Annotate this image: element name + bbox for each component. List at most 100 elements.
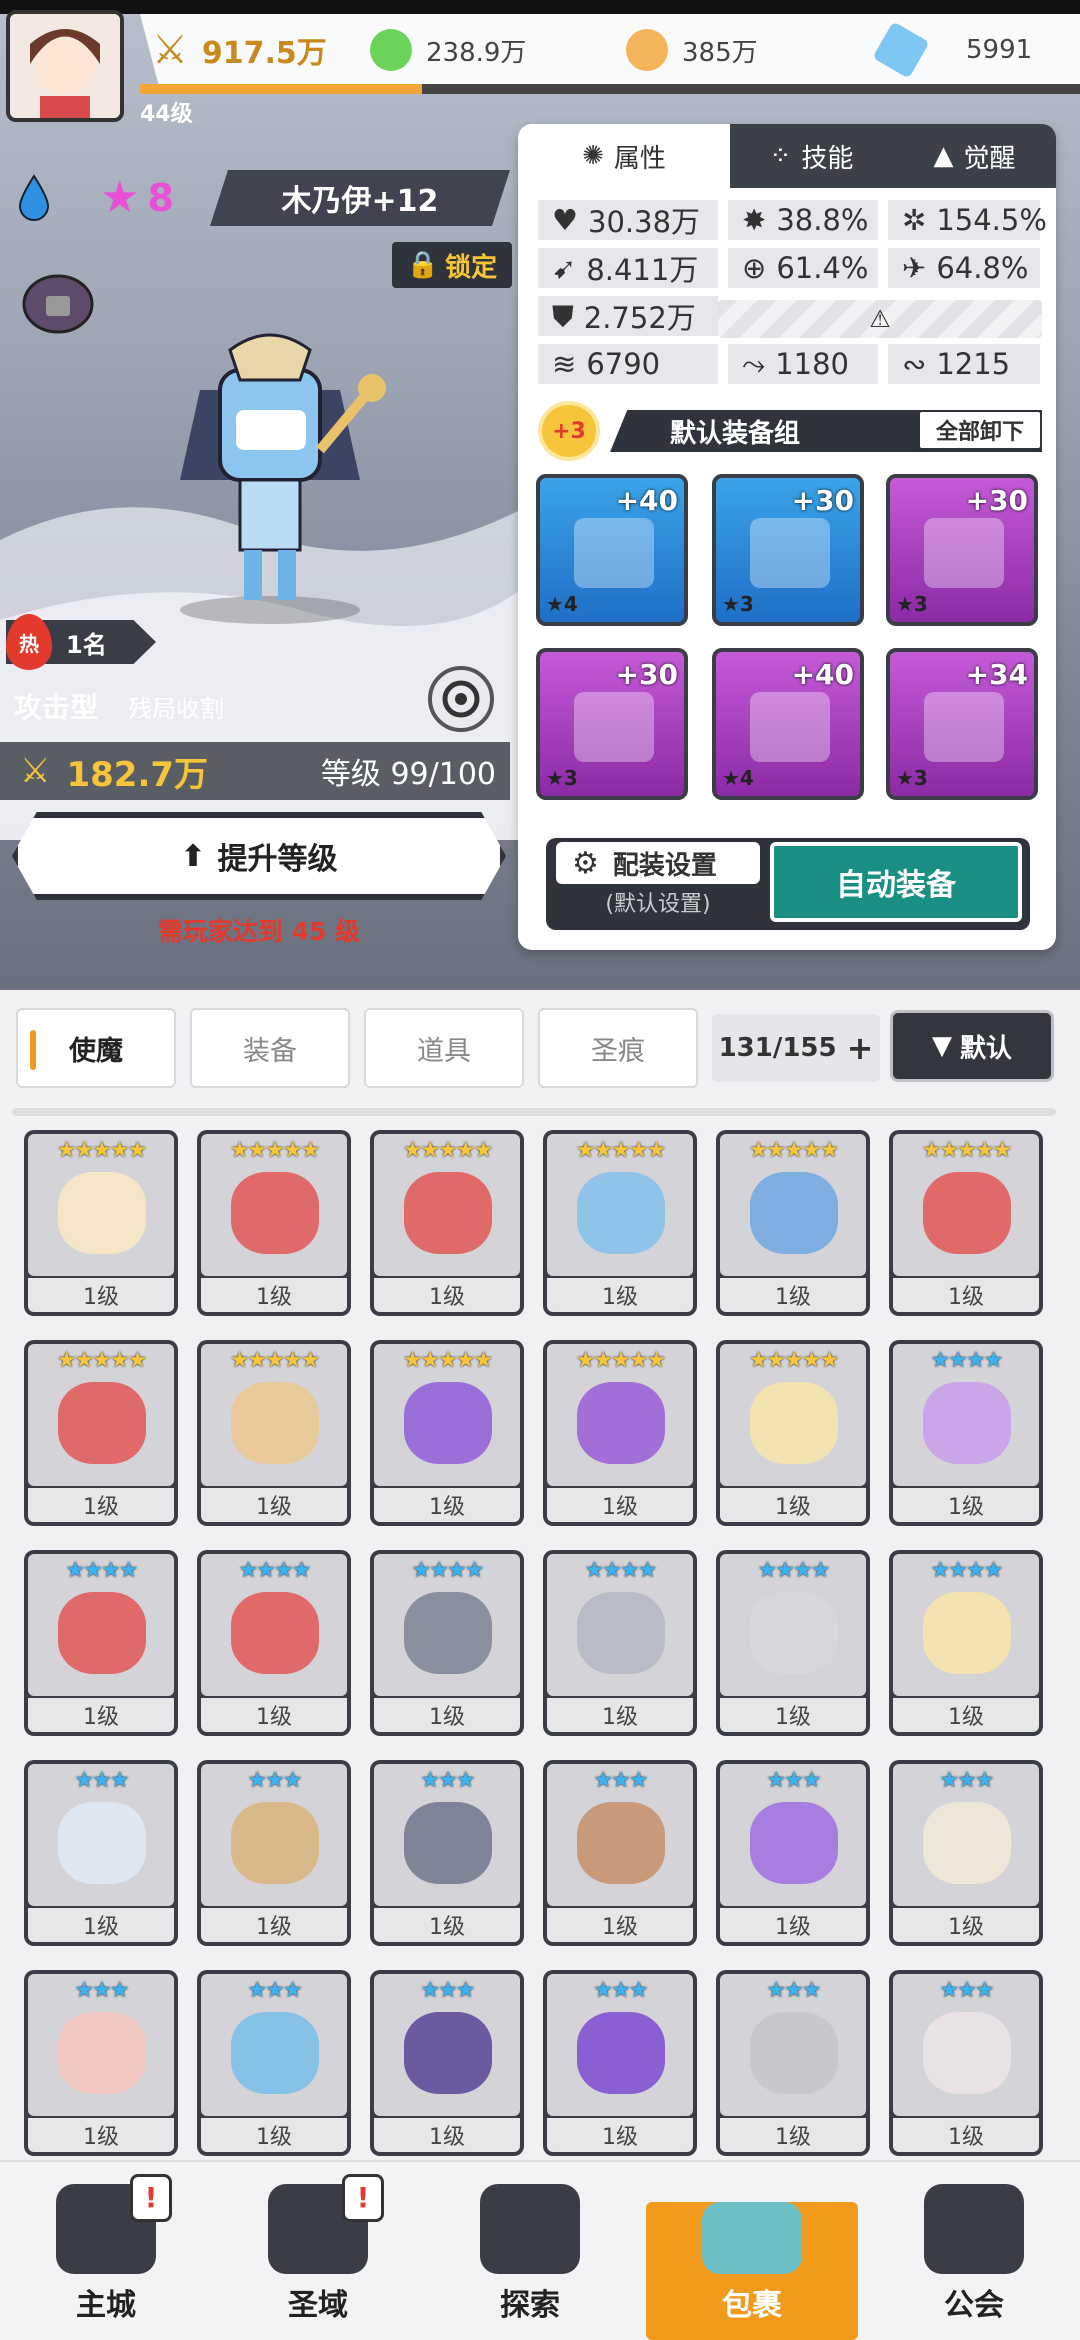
familiar-portrait: ★★★★★ bbox=[201, 1134, 347, 1276]
familiar-card[interactable]: ★★★ 1级 bbox=[889, 1760, 1043, 1946]
tab-equipment[interactable]: 装备 bbox=[190, 1008, 350, 1088]
tab-label: 属性 bbox=[613, 143, 666, 174]
swap-hero-button[interactable] bbox=[428, 666, 494, 732]
tab-skills[interactable]: ⁘ 技能 bbox=[729, 124, 893, 188]
familiar-level: 1级 bbox=[201, 1698, 347, 1732]
familiar-level: 1级 bbox=[28, 1278, 174, 1312]
familiar-card[interactable]: ★★★★★ 1级 bbox=[370, 1340, 524, 1526]
tab-items[interactable]: 道具 bbox=[364, 1008, 524, 1088]
familiar-card[interactable]: ★★★★ 1级 bbox=[24, 1550, 178, 1736]
nav-backpack[interactable]: 包裹 bbox=[646, 2202, 858, 2340]
familiar-portrait: ★★★★★ bbox=[547, 1344, 693, 1486]
familiar-face bbox=[923, 1592, 1011, 1674]
familiar-card[interactable]: ★★★ 1级 bbox=[889, 1970, 1043, 2156]
familiar-card[interactable]: ★★★★ 1级 bbox=[543, 1550, 697, 1736]
sort-dropdown[interactable]: ▼ 默认 bbox=[890, 1010, 1054, 1082]
equip-config-button[interactable]: ⚙ 配装设置 bbox=[556, 842, 760, 884]
hero-type: 攻击型 残局收割 bbox=[14, 686, 224, 726]
nav-guild[interactable]: 公会 bbox=[868, 2162, 1080, 2340]
familiar-level: 1级 bbox=[374, 2118, 520, 2152]
config-subtitle: (默认设置) bbox=[605, 892, 711, 917]
nav-castle[interactable]: 主城! bbox=[0, 2162, 212, 2340]
star-rating: ★★★★ bbox=[65, 1558, 139, 1583]
star-rating: ★★★★★ bbox=[748, 1138, 840, 1163]
familiar-card[interactable]: ★★★ 1级 bbox=[716, 1760, 870, 1946]
familiar-card[interactable]: ★★★★ 1级 bbox=[889, 1550, 1043, 1736]
familiar-card[interactable]: ★★★★★ 1级 bbox=[716, 1130, 870, 1316]
tab-attributes[interactable]: ✺ 属性 bbox=[518, 124, 730, 188]
heart-icon: ♥ bbox=[552, 203, 578, 237]
familiar-level: 1级 bbox=[547, 1698, 693, 1732]
auto-equip-button[interactable]: 自动装备 bbox=[770, 842, 1022, 922]
familiar-card[interactable]: ★★★★★ 1级 bbox=[197, 1340, 351, 1526]
familiar-card[interactable]: ★★★★ 1级 bbox=[197, 1550, 351, 1736]
unequip-all-button[interactable]: 全部卸下 bbox=[918, 410, 1042, 450]
hero-type-main: 攻击型 bbox=[14, 691, 99, 724]
nav-sword-stone[interactable]: 探索 bbox=[424, 2162, 636, 2340]
familiar-card[interactable]: ★★★ 1级 bbox=[716, 1970, 870, 2156]
green-value: 238.9万 bbox=[426, 37, 527, 68]
stat-defense: ⛊ 2.752万 bbox=[538, 296, 718, 336]
familiar-card[interactable]: ★★★ 1级 bbox=[197, 1760, 351, 1946]
hero-name-text: 木乃伊+12 bbox=[281, 184, 439, 219]
familiar-card[interactable]: ★★★ 1级 bbox=[370, 1760, 524, 1946]
familiar-face bbox=[404, 2012, 492, 2094]
familiar-card[interactable]: ★★★★★ 1级 bbox=[24, 1130, 178, 1316]
nav-vortex[interactable]: 圣域! bbox=[212, 2162, 424, 2340]
sort-label: 默认 bbox=[959, 1033, 1012, 1064]
familiar-card[interactable]: ★★★★★ 1级 bbox=[716, 1340, 870, 1526]
familiar-card[interactable]: ★★★★★ 1级 bbox=[24, 1340, 178, 1526]
familiar-card[interactable]: ★★★ 1级 bbox=[197, 1970, 351, 2156]
familiar-card[interactable]: ★★★ 1级 bbox=[24, 1970, 178, 2156]
inventory-count[interactable]: 131/155 + bbox=[712, 1014, 880, 1082]
star-rating: ★★★ bbox=[74, 1978, 129, 2003]
tab-awaken[interactable]: ▲ 觉醒 bbox=[892, 124, 1056, 188]
equip-set-row: +3 默认装备组 全部卸下 bbox=[538, 401, 1042, 461]
familiar-card[interactable]: ★★★ 1级 bbox=[24, 1760, 178, 1946]
familiar-card[interactable]: ★★★★ 1级 bbox=[716, 1550, 870, 1736]
familiar-portrait: ★★★★ bbox=[28, 1554, 174, 1696]
green-resource[interactable]: 238.9万 bbox=[370, 14, 526, 86]
familiar-card[interactable]: ★★★ 1级 bbox=[370, 1970, 524, 2156]
familiar-card[interactable]: ★★★★★ 1级 bbox=[889, 1130, 1043, 1316]
equip-plus-badge[interactable]: +3 bbox=[538, 401, 600, 461]
tab-scrollbar[interactable] bbox=[12, 1108, 1056, 1116]
familiar-level: 1级 bbox=[28, 2118, 174, 2152]
gem-resource[interactable]: 5991 bbox=[872, 14, 1032, 86]
familiar-card[interactable]: ★★★★ 1级 bbox=[889, 1340, 1043, 1526]
stat-value: 30.38万 bbox=[588, 205, 701, 239]
orange-resource[interactable]: 385万 bbox=[626, 14, 758, 86]
stat-value: 8.411万 bbox=[586, 253, 699, 287]
familiar-card[interactable]: ★★★★★ 1级 bbox=[543, 1340, 697, 1526]
equipment-slot[interactable]: +40 ★4 bbox=[536, 474, 688, 626]
equipment-slot[interactable]: +34 ★3 bbox=[886, 648, 1038, 800]
equipment-slot[interactable]: +40 ★4 bbox=[712, 648, 864, 800]
familiar-card[interactable]: ★★★ 1级 bbox=[543, 1760, 697, 1946]
familiar-card[interactable]: ★★★★★ 1级 bbox=[197, 1130, 351, 1316]
familiar-portrait: ★★★★★ bbox=[893, 1134, 1039, 1276]
nav-label: 公会 bbox=[944, 2288, 1004, 2323]
familiar-level: 1级 bbox=[720, 1908, 866, 1942]
tab-label: 技能 bbox=[801, 143, 854, 174]
familiar-card[interactable]: ★★★ 1级 bbox=[543, 1970, 697, 2156]
familiar-face bbox=[750, 1802, 838, 1884]
hot-rank[interactable]: 热 1名 bbox=[6, 614, 156, 670]
tab-stigmata[interactable]: 圣痕 bbox=[538, 1008, 698, 1088]
familiar-face bbox=[404, 1172, 492, 1254]
familiar-card[interactable]: ★★★★★ 1级 bbox=[543, 1130, 697, 1316]
familiar-card[interactable]: ★★★★★ 1级 bbox=[370, 1130, 524, 1316]
tab-label: 觉醒 bbox=[963, 143, 1016, 174]
star-rating: ★★★★★ bbox=[402, 1138, 494, 1163]
familiar-level: 1级 bbox=[374, 1698, 520, 1732]
pot-lock-icon[interactable] bbox=[14, 258, 102, 338]
player-avatar[interactable] bbox=[6, 10, 124, 122]
upgrade-level-button[interactable]: ⬆ 提升等级 bbox=[12, 812, 506, 900]
tab-familiars[interactable]: 使魔 bbox=[16, 1008, 176, 1088]
familiar-card[interactable]: ★★★★ 1级 bbox=[370, 1550, 524, 1736]
equipment-slot[interactable]: +30 ★3 bbox=[712, 474, 864, 626]
equipment-slot[interactable]: +30 ★3 bbox=[886, 474, 1038, 626]
lock-button[interactable]: 🔒 锁定 bbox=[392, 242, 512, 288]
equipment-slot[interactable]: +30 ★3 bbox=[536, 648, 688, 800]
star-rating: ★★★ bbox=[593, 1768, 648, 1793]
familiar-face bbox=[58, 1382, 146, 1464]
